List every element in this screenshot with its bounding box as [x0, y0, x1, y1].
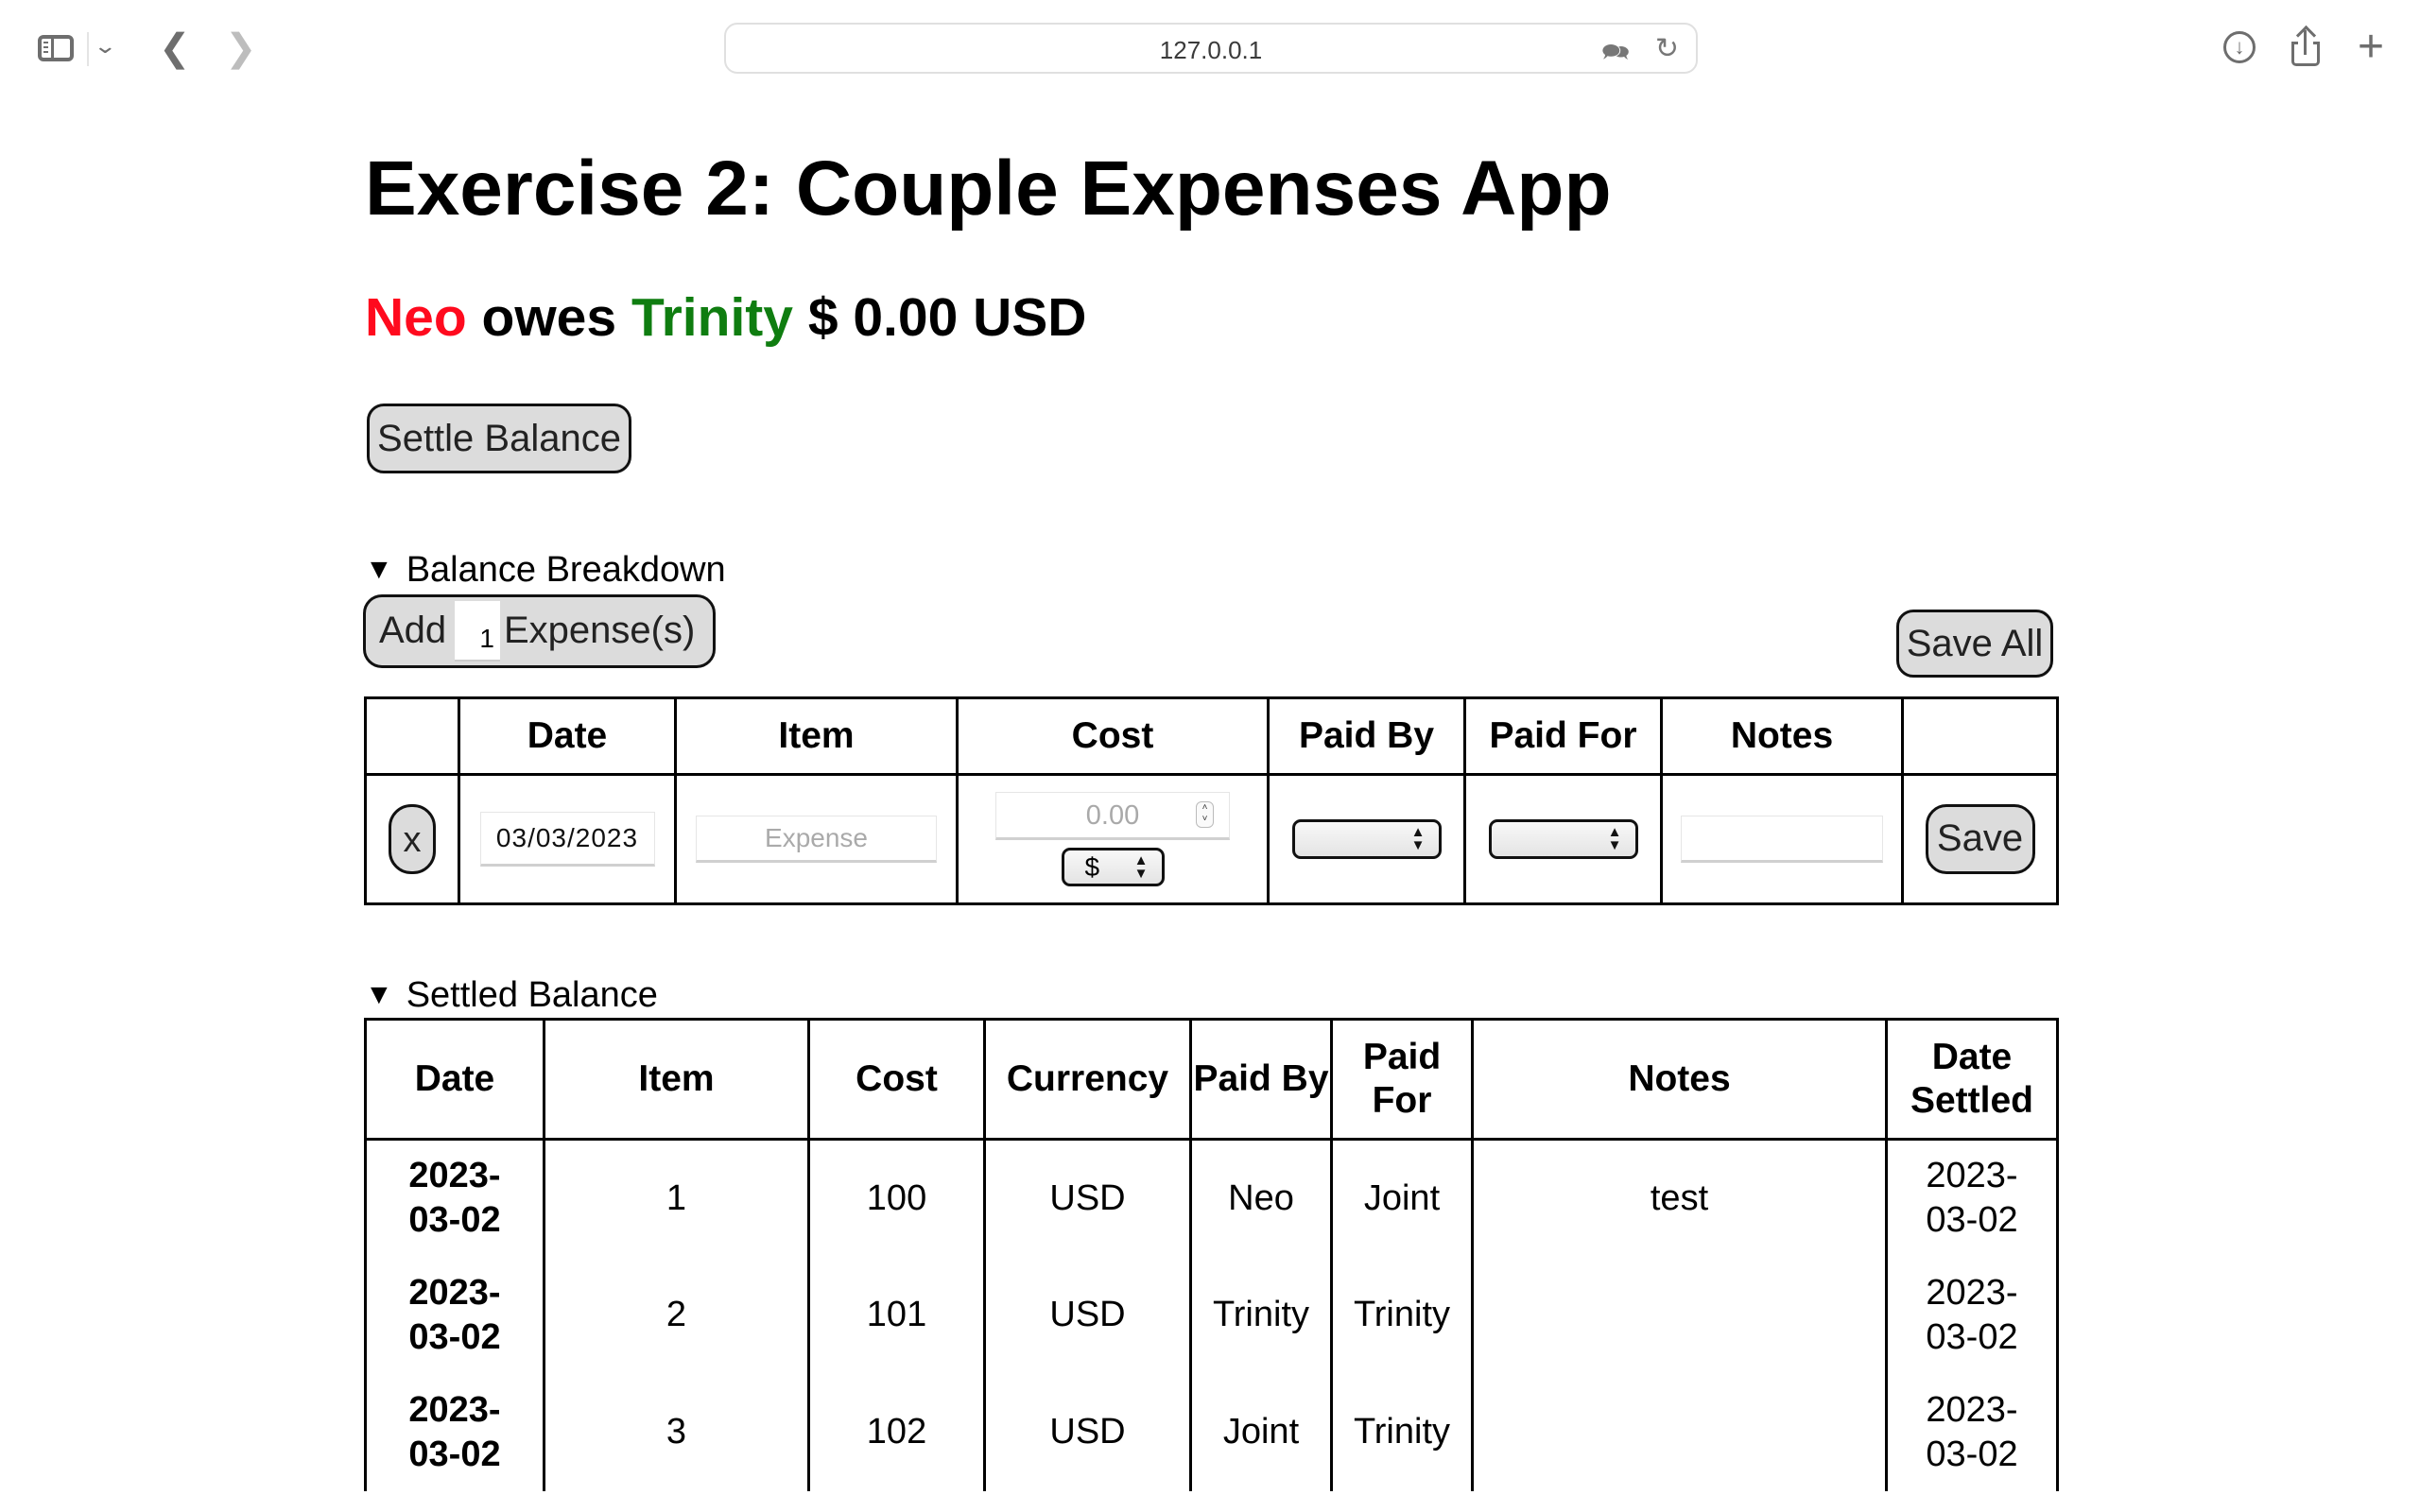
- balance-amount: $ 0.00 USD: [807, 287, 1087, 348]
- cost-input[interactable]: 0.00 ˄ ˅: [995, 792, 1230, 840]
- cost-placeholder: 0.00: [1085, 800, 1140, 831]
- cell-item: 2: [543, 1256, 810, 1374]
- col-header-notes: Notes: [1471, 1018, 1888, 1141]
- cell-currency: USD: [983, 1373, 1192, 1491]
- col-header-cost: Cost: [807, 1018, 986, 1141]
- date-input[interactable]: 03/03/2023: [479, 812, 655, 867]
- col-header-paid-for: Paid For: [1330, 1018, 1474, 1141]
- add-label: Add: [379, 610, 447, 651]
- url-text[interactable]: 127.0.0.1: [726, 36, 1696, 65]
- page-title: Exercise 2: Couple Expenses App: [365, 146, 1612, 232]
- col-header-save: [1901, 696, 2059, 776]
- settle-balance-button[interactable]: Settle Balance: [367, 404, 631, 473]
- save-all-button[interactable]: Save All: [1896, 610, 2053, 678]
- col-header-date: Date: [458, 696, 677, 776]
- reload-icon[interactable]: ↻: [1655, 32, 1679, 65]
- cell-paid-for: Trinity: [1330, 1373, 1474, 1491]
- notes-input[interactable]: [1681, 816, 1883, 863]
- owes-text: owes: [481, 287, 617, 348]
- col-header-paid-for: Paid For: [1463, 696, 1663, 776]
- col-header-actions: [364, 696, 460, 776]
- balance-breakdown-toggle[interactable]: ▼ Balance Breakdown: [365, 548, 726, 594]
- col-header-cost: Cost: [956, 696, 1270, 776]
- browser-toolbar: ⌄ ❮ ❯ 127.0.0.1 🗪 ↻ ↓ +: [0, 0, 2420, 94]
- col-header-currency: Currency: [983, 1018, 1192, 1141]
- cell-date: 2023- 03-02: [364, 1256, 545, 1374]
- cell-date-settled: 2023- 03-02: [1885, 1373, 2059, 1491]
- balance-summary: Neo owes Trinity $ 0.00 USD: [365, 280, 1086, 355]
- cell-paid-by: Trinity: [1189, 1256, 1333, 1374]
- cell-paid-for: Trinity: [1330, 1256, 1474, 1374]
- cell-notes: test: [1471, 1138, 1888, 1257]
- col-header-paid-by: Paid By: [1189, 1018, 1333, 1141]
- header-row: Date Item Cost Paid By Paid For Notes: [364, 696, 2059, 776]
- paid-for-select[interactable]: ▲ ▼: [1488, 819, 1638, 859]
- col-header-item: Item: [674, 696, 959, 776]
- col-header-paid-by: Paid By: [1267, 696, 1466, 776]
- cell-notes: [1471, 1373, 1888, 1491]
- cell-paid-by: Joint: [1189, 1373, 1333, 1491]
- col-header-item: Item: [543, 1018, 810, 1141]
- col-header-date-settled: Date Settled: [1885, 1018, 2059, 1141]
- creditor-name: Trinity: [631, 287, 793, 348]
- header-row: Date Item Cost Currency Paid By Paid For…: [364, 1018, 2059, 1141]
- back-icon[interactable]: ❮: [159, 26, 191, 70]
- settled-row: 2023- 03-02 2 101 USD Trinity Trinity 202…: [364, 1256, 2059, 1374]
- cell-cost: 101: [807, 1256, 986, 1374]
- cell-paid-by: Neo: [1189, 1138, 1333, 1257]
- disclosure-triangle-icon: ▼: [365, 554, 393, 585]
- cell-date-settled: 2023- 03-02: [1885, 1138, 2059, 1257]
- cell-paid-for: Joint: [1330, 1138, 1474, 1257]
- col-header-notes: Notes: [1660, 696, 1904, 776]
- cell-item: 3: [543, 1373, 810, 1491]
- cell-cost: 100: [807, 1138, 986, 1257]
- settled-balance-label: Settled Balance: [406, 975, 658, 1015]
- cell-date: 2023- 03-02: [364, 1373, 545, 1491]
- disclosure-triangle-icon: ▼: [365, 979, 393, 1010]
- cell-currency: USD: [983, 1256, 1192, 1374]
- stepper-icon[interactable]: ˄ ˅: [1196, 801, 1214, 828]
- debtor-name: Neo: [365, 287, 467, 348]
- translate-icon[interactable]: 🗪: [1601, 36, 1630, 75]
- cell-notes: [1471, 1256, 1888, 1374]
- select-arrows-icon: ▲ ▼: [1410, 824, 1426, 853]
- settled-table: Date Item Cost Currency Paid By Paid For…: [364, 1018, 2059, 1491]
- toolbar-divider: [87, 32, 89, 66]
- download-icon[interactable]: ↓: [2223, 31, 2256, 63]
- expense-row: x 03/03/2023 Expense 0.00 ˄ ˅ $ ▲ ▼ ▲ ▼ …: [364, 773, 2059, 905]
- cell-item: 1: [543, 1138, 810, 1257]
- col-header-date: Date: [364, 1018, 545, 1141]
- add-expenses-button[interactable]: Add Expense(s): [363, 594, 716, 668]
- new-tab-icon[interactable]: +: [2358, 21, 2384, 73]
- share-icon[interactable]: [2291, 25, 2320, 66]
- address-bar[interactable]: 127.0.0.1 🗪 ↻: [724, 23, 1698, 74]
- save-row-button[interactable]: Save: [1925, 804, 2035, 874]
- balance-breakdown-label: Balance Breakdown: [406, 550, 726, 590]
- select-arrows-icon: ▲ ▼: [1133, 852, 1149, 882]
- settled-row: 2023- 03-02 1 100 USD Neo Joint test 2023…: [364, 1138, 2059, 1257]
- item-input[interactable]: Expense: [696, 816, 937, 863]
- settled-row: 2023- 03-02 3 102 USD Joint Trinity 2023-…: [364, 1373, 2059, 1491]
- breakdown-table: Date Item Cost Paid By Paid For Notes x …: [364, 696, 2059, 905]
- chevron-down-icon[interactable]: ⌄: [93, 34, 117, 59]
- select-arrows-icon: ▲ ▼: [1607, 824, 1622, 853]
- currency-value: $: [1084, 852, 1100, 882]
- delete-row-button[interactable]: x: [389, 804, 436, 874]
- expenses-label: Expense(s): [504, 610, 696, 651]
- add-count-input[interactable]: [455, 601, 500, 662]
- settled-balance-toggle[interactable]: ▼ Settled Balance: [365, 973, 658, 1020]
- cell-currency: USD: [983, 1138, 1192, 1257]
- currency-select[interactable]: $ ▲ ▼: [1061, 848, 1165, 886]
- cell-date: 2023- 03-02: [364, 1138, 545, 1257]
- sidebar-icon[interactable]: [38, 35, 74, 61]
- forward-icon[interactable]: ❯: [225, 26, 257, 70]
- cell-date-settled: 2023- 03-02: [1885, 1256, 2059, 1374]
- paid-by-select[interactable]: ▲ ▼: [1291, 819, 1442, 859]
- cell-cost: 102: [807, 1373, 986, 1491]
